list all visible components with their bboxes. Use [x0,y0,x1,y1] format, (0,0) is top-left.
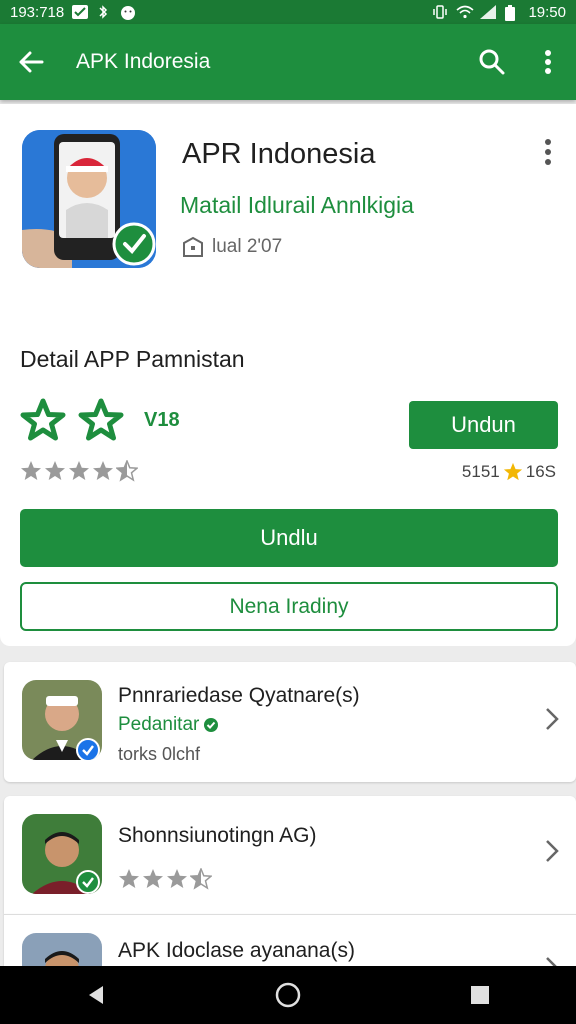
nav-back-button[interactable] [66,966,126,1024]
list-item-title: Shonnsiunotingn AG) [118,824,317,847]
star-icon [119,869,139,888]
list-item[interactable]: APK Idoclase ayanana(s) [4,914,576,967]
verified-badge-icon [204,718,219,732]
app-icon[interactable] [22,130,156,268]
star-icon [45,461,65,480]
overflow-menu-button[interactable] [520,24,576,100]
list-item[interactable]: Shonnsiunotingn AG) [4,796,576,914]
developer-link[interactable]: Matail Idlurail Annlkigia [180,192,414,219]
package-icon [183,236,203,257]
star-icon [93,461,113,480]
right-meta-right: 16S [525,462,556,481]
back-button[interactable] [0,24,62,100]
avatar [22,680,102,760]
app-meta: lual 2'07 [182,236,282,258]
status-time-right: 19:50 [528,3,566,21]
app-bar-title: APK Indoresia [76,50,211,73]
more-vert-icon [545,50,551,74]
rating-count: V18 [144,408,180,431]
right-meta: 5151 16S [462,462,556,482]
list-item-title: Pnnrariedase Qyatnare(s) [118,684,360,707]
secondary-outline-button[interactable]: Nena Iradiny [20,582,558,631]
star-icon [143,869,163,888]
triangle-back-icon [89,986,103,1004]
list-item-rating [118,868,212,890]
download-big-button[interactable]: Undlu [20,509,558,567]
star-filled-icon [503,462,522,481]
app-bar: APK Indoresia [0,24,576,100]
more-vert-icon [545,139,551,165]
small-star-rating [20,460,138,482]
status-bar: 193:718 19:50 [0,0,576,24]
list-item-caption: torks 0lchf [118,744,201,764]
section-title: Detail APP Pamnistan [20,346,245,372]
check-notification-icon [72,5,89,19]
star-half-icon [116,460,138,482]
vibrate-icon [432,5,448,19]
face-notification-icon [120,5,136,20]
app-detail-card: APR Indonesia Matail Idlurail Annlkigia … [0,104,576,646]
rating-row: V18 [20,398,180,442]
status-time-left: 193:718 [10,3,65,21]
wifi-icon [456,5,474,19]
app-meta-text: lual 2'07 [212,236,283,257]
list-item-subtitle-text: Pedanitar [118,714,200,735]
star-outline-icon [20,398,66,441]
chevron-right-icon [544,838,560,864]
signal-icon [480,5,497,19]
app-name: APR Indonesia [182,138,376,170]
arrow-left-icon [19,51,44,73]
list-item-subtitle: Pedanitar [118,714,219,736]
bluetooth-icon [96,5,112,19]
star-icon [167,869,187,888]
list-item[interactable]: Pnnrariedase Qyatnare(s) Pedanitar torks… [4,662,576,782]
app-more-button[interactable] [538,138,558,166]
star-icon [69,461,89,480]
circle-home-icon [275,982,301,1008]
system-nav-bar [0,966,576,1024]
search-button[interactable] [464,24,520,100]
nav-recents-button[interactable] [450,966,510,1024]
search-icon [479,49,505,75]
battery-icon [504,5,520,21]
star-half-icon [190,868,212,890]
star-outline-icon [78,398,124,441]
right-meta-left: 5151 [461,462,500,481]
nav-home-button[interactable] [258,966,318,1024]
chevron-right-icon [544,706,560,732]
avatar [22,933,102,967]
download-small-button[interactable]: Undun [409,401,558,449]
star-icon [21,461,41,480]
avatar [22,814,102,894]
square-recents-icon [471,986,489,1004]
list-item-title: APK Idoclase ayanana(s) [118,939,355,962]
